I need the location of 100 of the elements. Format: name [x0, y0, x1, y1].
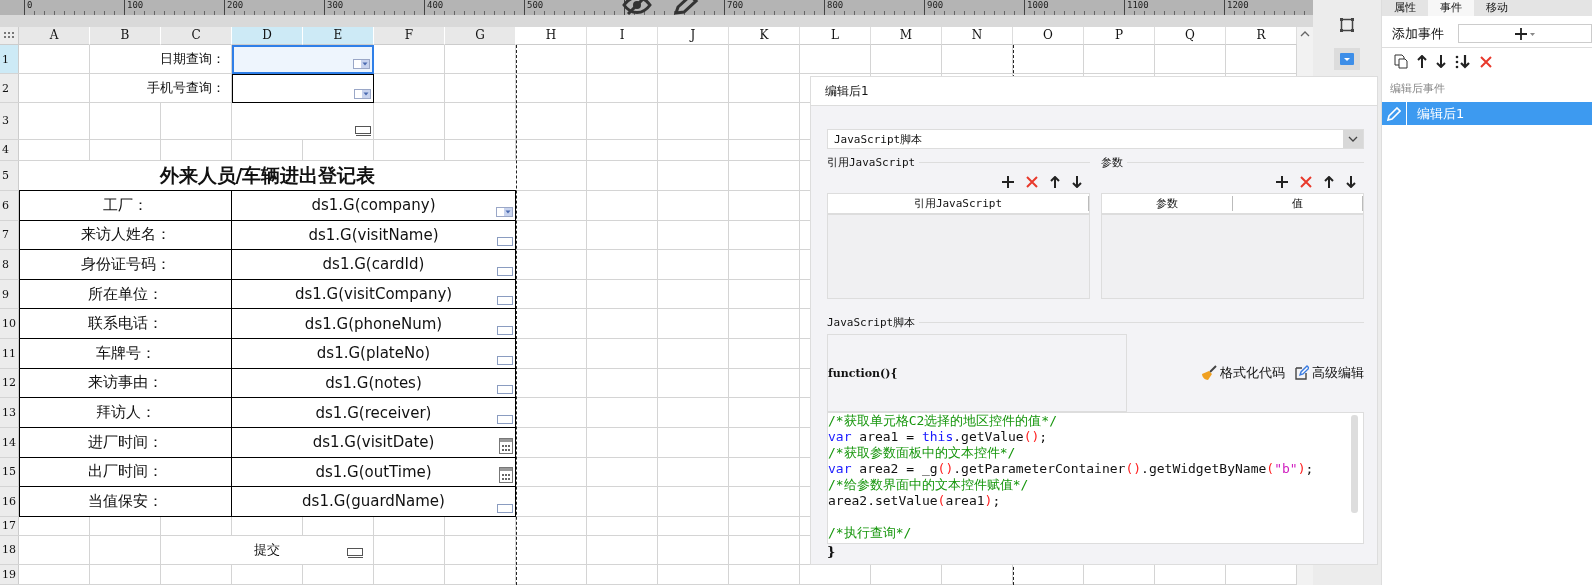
column-header[interactable]: A: [19, 27, 90, 45]
row-header[interactable]: 8: [0, 250, 19, 279]
row-header[interactable]: 2: [0, 74, 19, 103]
dropdown-icon[interactable]: [496, 206, 513, 217]
column-header[interactable]: Q: [1155, 27, 1226, 45]
row-header[interactable]: 9: [0, 279, 19, 309]
form-label: 工厂：: [19, 190, 232, 221]
panel-tab[interactable]: 移动: [1474, 0, 1520, 16]
column-header[interactable]: I: [587, 27, 658, 45]
row-header[interactable]: 11: [0, 339, 19, 368]
value-cell[interactable]: ds1.G(visitName): [232, 220, 516, 251]
value-cell[interactable]: ds1.G(phoneNum): [232, 309, 516, 340]
row-header[interactable]: 17: [0, 516, 19, 535]
advanced-edit-button[interactable]: 高级编辑: [1293, 364, 1364, 382]
column-header[interactable]: H: [516, 27, 587, 45]
down-arrow-icon[interactable]: [1436, 55, 1446, 68]
copy-icon[interactable]: [1394, 54, 1408, 69]
up-arrow-icon[interactable]: [1050, 176, 1060, 188]
dialog-title: 编辑后1: [825, 82, 869, 100]
column-header[interactable]: P: [1084, 27, 1155, 45]
up-arrow-icon[interactable]: [1324, 176, 1334, 188]
add-icon[interactable]: [1276, 176, 1288, 188]
column-header[interactable]: M: [871, 27, 942, 45]
code-editor[interactable]: /*获取单元格C2选择的地区控件的值*/ var area1 = this.getValue(); /*获取参数面板中的文本控件*/ var area2 = _g().getParameterContainer().getWidgetByName("b"); /*给参数界面中的文本控件赋值*/ area2.setValue(area1); /*执行查询*/: [827, 412, 1364, 544]
calendar-icon: [499, 437, 513, 454]
column-header[interactable]: J: [658, 27, 729, 45]
column-header[interactable]: O: [1013, 27, 1084, 45]
text-field-icon: [497, 266, 513, 276]
column-header[interactable]: B: [90, 27, 161, 45]
panel-tab[interactable]: 属性: [1382, 0, 1428, 16]
text-field-icon: [497, 326, 513, 336]
ruler-label: 1100: [1127, 0, 1149, 10]
text-field-icon: [497, 414, 513, 424]
row-header[interactable]: 13: [0, 398, 19, 427]
value-cell[interactable]: ds1.G(notes): [232, 368, 516, 399]
scroll-up-icon[interactable]: [1300, 31, 1310, 37]
value-cell[interactable]: ds1.G(visitDate): [232, 427, 516, 458]
scrollbar[interactable]: [1351, 415, 1358, 513]
form-label: 所在单位：: [19, 279, 232, 310]
row-header[interactable]: 5: [0, 161, 19, 190]
edit-icon: [1293, 365, 1309, 381]
function-header: function(){: [828, 366, 898, 380]
row-header[interactable]: 7: [0, 220, 19, 250]
add-event-label: 添加事件: [1392, 24, 1444, 43]
value-cell[interactable]: ds1.G(outTime): [232, 457, 516, 488]
column-header[interactable]: G: [445, 27, 516, 45]
ruler-label: 800: [827, 0, 844, 10]
code-line: /*执行查询*/: [828, 525, 913, 541]
row-header[interactable]: 1: [0, 44, 19, 74]
column-header[interactable]: F: [374, 27, 445, 45]
column-header[interactable]: R: [1226, 27, 1297, 45]
add-icon[interactable]: [1002, 176, 1014, 188]
value-cell[interactable]: ds1.G(visitCompany): [232, 279, 516, 310]
text-field-icon: [497, 237, 513, 247]
column-header[interactable]: E: [303, 27, 374, 45]
dropdown-icon[interactable]: [353, 59, 370, 70]
form-label: 来访人姓名：: [19, 220, 232, 251]
field-cell[interactable]: [232, 44, 374, 75]
row-header[interactable]: 19: [0, 565, 19, 584]
delete-icon[interactable]: [1300, 176, 1312, 188]
dropdown-icon[interactable]: [354, 89, 371, 100]
field-cell[interactable]: [232, 74, 374, 104]
move-to-bottom-icon[interactable]: [1455, 54, 1471, 69]
grid-dots-icon[interactable]: [4, 32, 14, 39]
row-header[interactable]: 14: [0, 427, 19, 457]
column-header[interactable]: D: [232, 27, 303, 45]
value-cell[interactable]: ds1.G(cardId): [232, 250, 516, 280]
panel-tab[interactable]: 事件: [1428, 0, 1474, 16]
column-header[interactable]: N: [942, 27, 1013, 45]
row-header[interactable]: 15: [0, 457, 19, 487]
row-header[interactable]: 3: [0, 103, 19, 139]
value-cell[interactable]: ds1.G(plateNo): [232, 339, 516, 369]
row-header[interactable]: 12: [0, 368, 19, 398]
up-arrow-icon[interactable]: [1417, 55, 1427, 68]
section-label: 参数: [1101, 155, 1123, 170]
column-header[interactable]: K: [729, 27, 800, 45]
row-header[interactable]: 6: [0, 190, 19, 220]
value-cell[interactable]: ds1.G(receiver): [232, 398, 516, 428]
text-field-icon: [497, 385, 513, 395]
broom-icon: [1201, 365, 1217, 381]
value-cell[interactable]: ds1.G(guardName): [232, 487, 516, 517]
row-header[interactable]: 10: [0, 309, 19, 339]
form-label: 当值保安：: [19, 487, 232, 517]
column-header: 值: [1232, 196, 1363, 211]
section-label: JavaScript脚本: [827, 315, 916, 330]
row-header[interactable]: 16: [0, 487, 19, 516]
cell-formula: ds1.G(cardId): [322, 255, 425, 274]
format-code-button[interactable]: 格式化代码: [1201, 364, 1285, 382]
square-icon[interactable]: [1340, 18, 1354, 32]
down-arrow-icon[interactable]: [1346, 176, 1356, 188]
row-header[interactable]: 4: [0, 139, 19, 161]
down-arrow-icon[interactable]: [1072, 176, 1082, 188]
pencil-icon[interactable]: [673, 0, 699, 15]
column-header[interactable]: L: [800, 27, 871, 45]
script-type-select[interactable]: JavaScript脚本: [827, 129, 1364, 149]
delete-icon[interactable]: [1480, 55, 1492, 68]
delete-icon[interactable]: [1026, 176, 1038, 188]
column-header[interactable]: C: [161, 27, 232, 45]
value-cell[interactable]: ds1.G(company): [232, 190, 516, 221]
row-header[interactable]: 18: [0, 535, 19, 565]
